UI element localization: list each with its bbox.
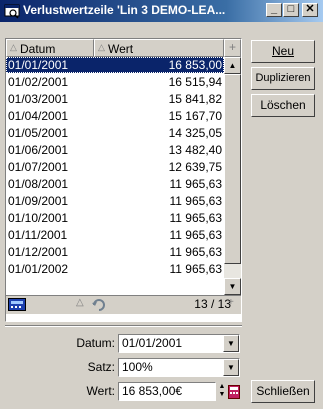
table-row[interactable]: 01/11/2001 11 965,63 (6, 227, 224, 243)
wert-label: Wert: (86, 384, 115, 398)
cell-datum: 01/09/2001 (8, 194, 69, 208)
close-button[interactable]: Schließen (251, 380, 315, 403)
table-row[interactable]: 01/08/2001 11 965,63 (6, 176, 224, 192)
datum-value: 01/01/2001 (122, 336, 183, 350)
record-counter: 13 / 13 (194, 297, 231, 311)
wert-field[interactable]: 16 853,00€ (118, 382, 216, 401)
wert-spinner-icon[interactable]: ▲ ▼ (217, 383, 227, 400)
grid-footer: △ 13 / 13 + (6, 295, 241, 314)
cell-wert: 15 841,82 (168, 92, 222, 106)
divider (5, 325, 242, 327)
currency-calculator-icon[interactable] (228, 385, 240, 399)
scroll-down-icon[interactable]: ▼ (224, 278, 241, 295)
cell-datum: 01/04/2001 (8, 109, 69, 123)
table-row[interactable]: 01/04/2001 15 167,70 (6, 108, 224, 124)
table-row[interactable]: 01/03/2001 15 841,82 (6, 91, 224, 107)
sort-indicator-icon: △ (10, 42, 17, 52)
cell-wert: 11 965,63 (169, 177, 223, 191)
table-row[interactable]: 01/02/2001 16 515,94 (6, 74, 224, 90)
window-title: Verlustwertzeile 'Lin 3 DEMO-LEA... (23, 3, 226, 17)
cell-wert: 16 853,00 (168, 58, 222, 72)
table-row[interactable]: 01/12/2001 11 965,63 (6, 244, 224, 260)
close-window-button[interactable]: ✕ (302, 3, 318, 17)
table-row[interactable]: 01/07/2001 12 639,75 (6, 159, 224, 175)
cell-datum: 01/02/2001 (8, 75, 69, 89)
cell-wert: 11 965,63 (169, 228, 223, 242)
cell-wert: 15 167,70 (168, 109, 222, 123)
datum-field[interactable]: 01/01/2001 (118, 334, 240, 353)
refresh-icon[interactable] (92, 298, 106, 311)
add-column-button[interactable]: + (224, 39, 241, 57)
cell-wert: 11 965,63 (169, 211, 223, 225)
cell-datum: 01/01/2002 (8, 262, 69, 276)
dialog-window: Verlustwertzeile 'Lin 3 DEMO-LEA... _ □ … (0, 0, 323, 409)
sort-indicator-icon: △ (98, 42, 105, 52)
cell-datum: 01/08/2001 (8, 177, 69, 191)
minimize-button[interactable]: _ (266, 3, 282, 17)
datum-label: Datum: (76, 336, 115, 350)
satz-value: 100% (122, 360, 153, 374)
satz-label: Satz: (87, 360, 115, 374)
cell-datum: 01/01/2001 (8, 58, 69, 72)
table-row[interactable]: 01/01/2001 16 853,00 (6, 57, 224, 73)
cell-wert: 14 325,05 (168, 126, 222, 140)
title-bar[interactable]: Verlustwertzeile 'Lin 3 DEMO-LEA... _ □ … (0, 0, 323, 22)
cell-datum: 01/05/2001 (8, 126, 69, 140)
cell-datum: 01/10/2001 (8, 211, 69, 225)
app-icon (4, 4, 20, 19)
add-row-icon[interactable]: + (228, 297, 234, 308)
cell-wert: 13 482,40 (168, 143, 222, 157)
cell-datum: 01/03/2001 (8, 92, 69, 106)
column-header-label: Datum (20, 42, 56, 56)
column-header-wert[interactable]: △ Wert (94, 39, 224, 57)
scroll-up-icon[interactable]: ▲ (224, 57, 241, 74)
table-row[interactable]: 01/06/2001 13 482,40 (6, 142, 224, 158)
duplicate-button[interactable]: Duplizieren (251, 67, 315, 90)
calculator-icon[interactable] (8, 298, 26, 311)
new-button-label: Neu (271, 44, 294, 58)
satz-field[interactable]: 100% (118, 358, 240, 377)
values-grid[interactable]: △ Datum △ Wert + 01/01/2001 16 853,00 01/0… (5, 38, 242, 322)
column-header-label: Wert (108, 42, 134, 56)
cell-wert: 11 965,63 (169, 262, 223, 276)
satz-dropdown-icon[interactable]: ▼ (223, 359, 239, 376)
cell-datum: 01/07/2001 (8, 160, 69, 174)
table-row[interactable]: 01/09/2001 11 965,63 (6, 193, 224, 209)
cell-wert: 12 639,75 (168, 160, 222, 174)
new-button[interactable]: Neu (251, 40, 315, 63)
table-row[interactable]: 01/01/2002 11 965,63 (6, 261, 224, 277)
cell-wert: 16 515,94 (168, 75, 222, 89)
cell-wert: 11 965,63 (169, 194, 223, 208)
column-header-datum[interactable]: △ Datum (6, 39, 94, 57)
wert-value: 16 853,00€ (122, 384, 183, 398)
cell-datum: 01/12/2001 (8, 245, 69, 259)
table-row[interactable]: 01/05/2001 14 325,05 (6, 125, 224, 141)
maximize-button[interactable]: □ (283, 3, 299, 17)
cell-datum: 01/06/2001 (8, 143, 69, 157)
delete-button[interactable]: Löschen (251, 94, 315, 117)
table-row[interactable]: 01/10/2001 11 965,63 (6, 210, 224, 226)
scroll-thumb[interactable] (224, 74, 241, 264)
datum-dropdown-icon[interactable]: ▼ (223, 335, 239, 352)
cell-wert: 11 965,63 (169, 245, 223, 259)
cell-datum: 01/11/2001 (8, 228, 68, 242)
sort-up-icon[interactable]: △ (76, 297, 84, 308)
vertical-scrollbar[interactable]: ▲ ▼ (224, 57, 241, 295)
